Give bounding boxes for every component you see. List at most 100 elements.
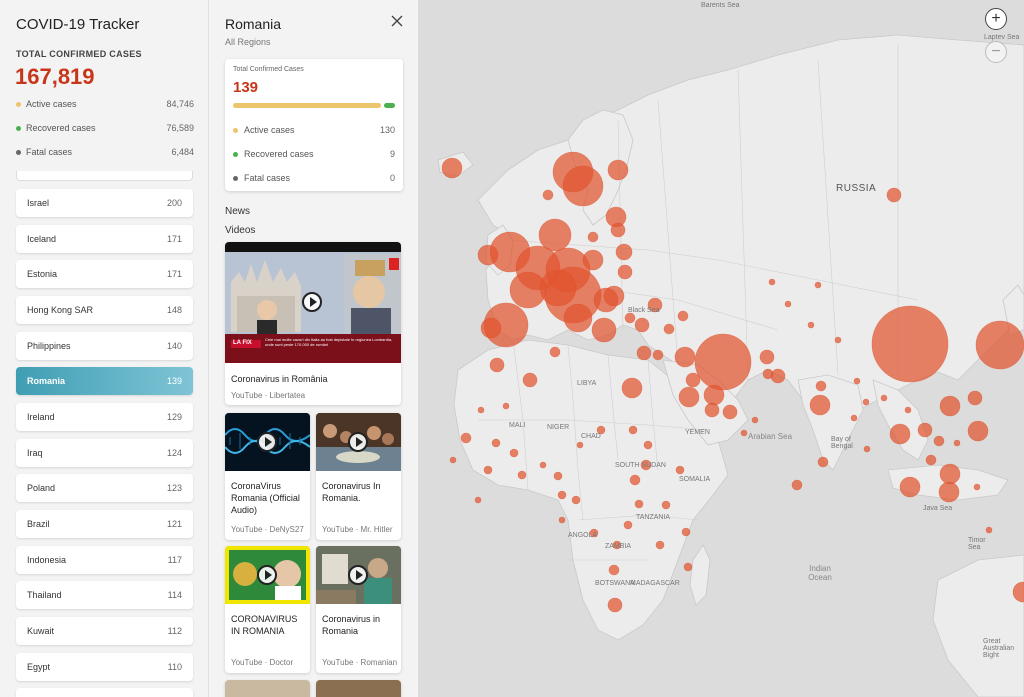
video-title: CoronaVirus Romania (Official Audio) — [231, 481, 300, 515]
map-label-timor-sea: Timor Sea — [968, 537, 986, 551]
map-label-somalia: SOMALIA — [679, 476, 711, 483]
video-card[interactable]: Coronavirus In Romania. YouTube · Mr. Hi… — [316, 413, 401, 540]
country-count: 123 — [166, 483, 182, 493]
country-item-partial[interactable] — [16, 688, 193, 697]
country-count: 171 — [166, 234, 182, 244]
country-search-box[interactable] — [16, 171, 193, 181]
card-label: Total Confirmed Cases — [233, 66, 304, 73]
world-map[interactable]: Barents Sea Laptev Sea RUSSIA Black Sea … — [418, 0, 1024, 697]
country-count: 200 — [166, 198, 182, 208]
country-item-iraq[interactable]: Iraq 124 — [16, 439, 193, 467]
map-label-niger: NIGER — [547, 424, 570, 431]
country-item-thailand[interactable]: Thailand 114 — [16, 581, 193, 609]
detail-stat-active: Active cases 130 — [233, 125, 395, 139]
play-icon[interactable] — [348, 565, 368, 585]
country-item-kuwait[interactable]: Kuwait 112 — [16, 617, 193, 645]
video-source: YouTube · Doctor — [231, 658, 294, 667]
video-title: CORONAVIRUS IN ROMANIA — [231, 614, 298, 636]
news-heading: News — [225, 206, 251, 217]
country-item-hong-kong[interactable]: Hong Kong SAR 148 — [16, 296, 193, 324]
video-title: Coronavirus in Romania — [322, 614, 381, 636]
stat-label: Active cases — [26, 99, 77, 109]
video-thumbnail — [316, 546, 401, 604]
active-dot-icon — [16, 102, 21, 107]
country-name: Iceland — [27, 234, 57, 244]
map-label-botswana: BOTSWANA — [595, 580, 635, 587]
country-item-philippines[interactable]: Philippines 140 — [16, 332, 193, 360]
country-item-brazil[interactable]: Brazil 121 — [16, 510, 193, 538]
stat-value: 6,484 — [171, 147, 194, 157]
play-icon[interactable] — [257, 432, 277, 452]
country-item-ireland[interactable]: Ireland 129 — [16, 403, 193, 431]
country-count: 114 — [167, 590, 182, 600]
video-source: YouTube · Romanian — [322, 658, 398, 667]
country-count: 139 — [166, 376, 182, 386]
stat-recovered: Recovered cases 76,589 — [16, 123, 194, 137]
stat-label: Fatal cases — [26, 147, 73, 157]
play-icon[interactable] — [257, 565, 277, 585]
map-label-zambia: ZAMBIA — [605, 543, 632, 550]
map-label-south-sudan: SOUTH SUDAN — [615, 462, 666, 469]
video-title: Coronavirus In Romania. — [322, 481, 381, 503]
stat-label: Recovered cases — [244, 149, 314, 159]
video-source: YouTube · Mr. Hitler — [322, 525, 393, 534]
map-label-chad: CHAD — [581, 433, 601, 440]
zoom-in-button[interactable]: + — [985, 8, 1007, 30]
country-item-estonia[interactable]: Estonia 171 — [16, 260, 193, 288]
country-count: 148 — [166, 305, 182, 315]
video-card-partial[interactable] — [316, 680, 401, 697]
stat-label: Recovered cases — [26, 123, 96, 133]
map-label-yemen: YEMEN — [685, 429, 710, 436]
total-confirmed-value: 167,819 — [15, 64, 95, 89]
play-icon[interactable] — [348, 432, 368, 452]
region-title: Romania — [225, 16, 282, 32]
country-item-iceland[interactable]: Iceland 171 — [16, 225, 193, 253]
play-icon[interactable] — [302, 292, 322, 312]
country-item-romania[interactable]: Romania 139 — [16, 367, 193, 395]
country-count: 171 — [166, 269, 182, 279]
country-item-egypt[interactable]: Egypt 110 — [16, 653, 193, 681]
country-name: Estonia — [27, 269, 58, 279]
stat-fatal: Fatal cases 6,484 — [16, 147, 194, 161]
country-name: Iraq — [27, 448, 43, 458]
detail-stat-fatal: Fatal cases 0 — [233, 173, 395, 187]
country-item-indonesia[interactable]: Indonesia 117 — [16, 546, 193, 574]
zoom-out-button[interactable]: − — [985, 41, 1007, 63]
map-label-laptev-sea: Laptev Sea — [984, 34, 1020, 41]
close-button[interactable] — [389, 13, 405, 29]
country-name: Brazil — [27, 519, 50, 529]
country-item-poland[interactable]: Poland 123 — [16, 474, 193, 502]
app-title: COVID-19 Tracker — [16, 16, 140, 33]
videos-heading: Videos — [225, 225, 256, 236]
country-name: Poland — [27, 483, 56, 493]
country-count: 117 — [167, 555, 182, 565]
map-label-angola: ANGOLA — [568, 532, 598, 539]
video-card[interactable]: CoronaVirus Romania (Official Audio) You… — [225, 413, 310, 540]
country-name: Hong Kong SAR — [27, 305, 94, 315]
stat-label: Active cases — [244, 125, 295, 135]
map-label-russia: RUSSIA — [836, 183, 877, 194]
fatal-dot-icon — [16, 150, 21, 155]
video-thumbnail — [225, 546, 310, 604]
country-count: 121 — [166, 519, 182, 529]
country-count: 129 — [166, 412, 182, 422]
detail-stat-recovered: Recovered cases 9 — [233, 149, 395, 163]
country-item-israel[interactable]: Israel 200 — [16, 189, 193, 217]
video-thumbnail — [316, 413, 401, 471]
country-count: 112 — [167, 626, 182, 636]
map-label-bay-of-bengal: Bay of Bengal — [831, 436, 853, 450]
recovered-progress-segment — [384, 103, 395, 108]
video-card[interactable]: CORONAVIRUS IN ROMANIA YouTube · Doctor — [225, 546, 310, 673]
region-summary-card: Total Confirmed Cases 139 Active cases 1… — [225, 59, 403, 191]
featured-video-card[interactable]: LA FIX Cele mai multe cazuri din Italia … — [225, 242, 401, 405]
stat-value: 76,589 — [166, 123, 194, 133]
country-name: Philippines — [27, 341, 71, 351]
video-card-partial[interactable] — [225, 680, 310, 697]
map-label-great-australian-bight: Great Australian Bight — [983, 638, 1015, 659]
stat-value: 84,746 — [166, 99, 194, 109]
country-count: 140 — [166, 341, 182, 351]
map-label-java-sea: Java Sea — [923, 505, 953, 512]
country-name: Kuwait — [27, 626, 55, 636]
video-card[interactable]: Coronavirus in Romania YouTube · Romania… — [316, 546, 401, 673]
video-badge: LA FIX — [233, 340, 252, 346]
